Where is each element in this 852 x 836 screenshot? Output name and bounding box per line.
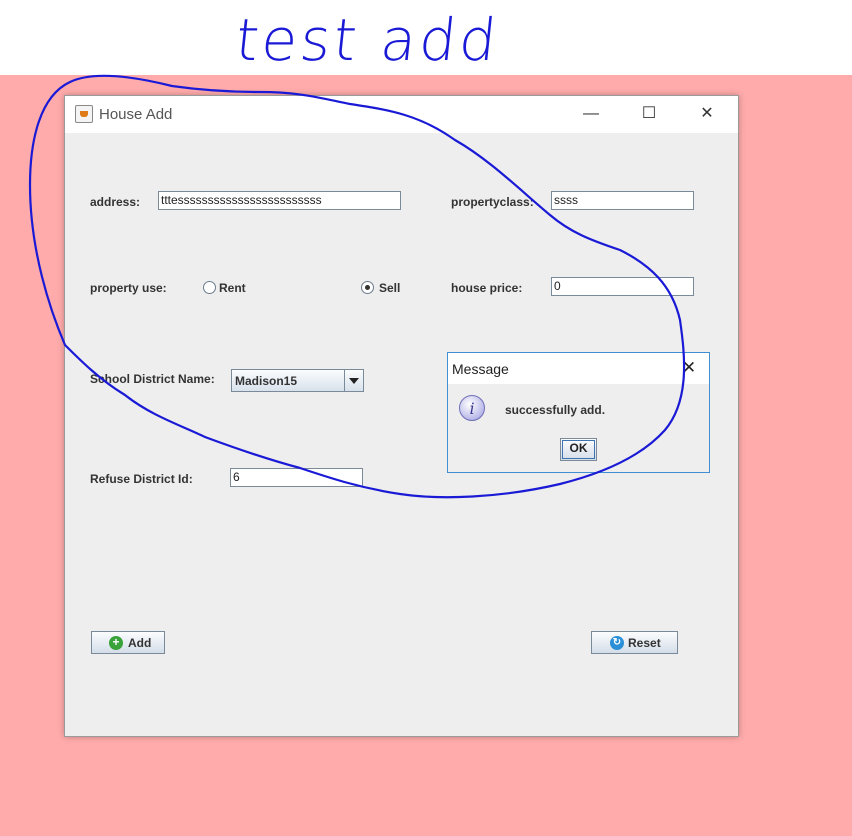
rent-radio-label[interactable]: Rent xyxy=(219,281,246,295)
propertyclass-field[interactable]: ssss xyxy=(551,191,694,210)
dialog-message: successfully add. xyxy=(505,403,606,417)
refuse-district-field[interactable]: 6 xyxy=(230,468,363,487)
reset-button-label: Reset xyxy=(628,636,661,650)
reset-button[interactable]: ↻ Reset xyxy=(591,631,678,654)
school-district-label: School District Name: xyxy=(90,372,215,386)
sell-radio[interactable] xyxy=(361,281,374,294)
plus-circle-icon: + xyxy=(109,636,123,650)
refuse-district-label: Refuse District Id: xyxy=(90,472,193,486)
ok-button[interactable]: OK xyxy=(560,438,597,461)
school-district-value: Madison15 xyxy=(235,374,298,388)
maximize-button[interactable]: ☐ xyxy=(635,102,663,126)
house-price-field[interactable]: 0 xyxy=(551,277,694,296)
dialog-title: Message xyxy=(452,361,509,377)
window-title: House Add xyxy=(99,106,173,123)
address-field[interactable]: tttessssssssssssssssssssssss xyxy=(158,191,401,210)
minimize-button[interactable]: — xyxy=(577,102,605,126)
house-price-label: house price: xyxy=(451,281,523,295)
close-button[interactable]: ✕ xyxy=(693,102,721,126)
java-app-icon xyxy=(75,105,93,123)
window-titlebar[interactable]: House Add — ☐ ✕ xyxy=(65,96,738,133)
dialog-titlebar[interactable]: Message ✕ xyxy=(448,353,709,384)
sell-radio-label[interactable]: Sell xyxy=(379,281,400,295)
information-icon: i xyxy=(459,395,485,421)
property-use-label: property use: xyxy=(90,281,167,295)
address-label: address: xyxy=(90,195,141,209)
school-district-combobox[interactable]: Madison15 xyxy=(231,369,364,392)
add-button-label: Add xyxy=(128,636,152,650)
propertyclass-label: propertyclass: xyxy=(451,195,534,209)
refresh-icon: ↻ xyxy=(610,636,624,650)
message-dialog: Message ✕ i successfully add. OK xyxy=(447,352,710,473)
rent-radio[interactable] xyxy=(203,281,216,294)
dialog-close-icon[interactable]: ✕ xyxy=(678,357,700,379)
add-button[interactable]: + Add xyxy=(91,631,165,654)
chevron-down-icon[interactable] xyxy=(344,370,363,391)
handwritten-annotation: test add xyxy=(232,6,503,74)
